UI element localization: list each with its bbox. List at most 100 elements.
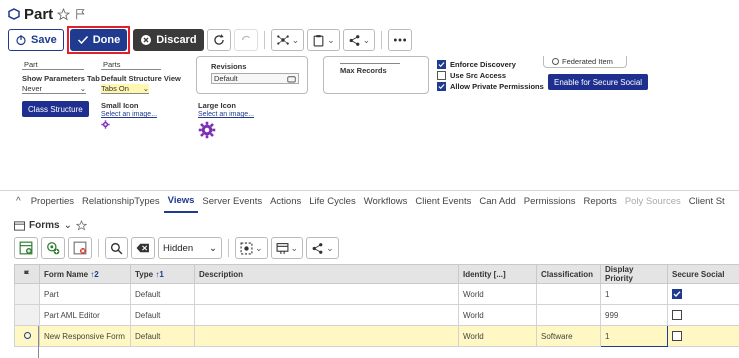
display-priority-cell[interactable]: 999 <box>600 304 668 326</box>
clipboard-icon <box>312 34 325 47</box>
tab-life-cycles[interactable]: Life Cycles <box>305 191 359 213</box>
clear-search-button[interactable] <box>131 237 155 259</box>
more-button[interactable] <box>388 29 413 51</box>
discard-button[interactable]: Discard <box>133 29 204 51</box>
grid-left-edge <box>38 326 39 358</box>
view-mode-menu-button[interactable]: ⌄ <box>235 237 268 259</box>
classification-cell[interactable] <box>536 283 601 305</box>
tab-views[interactable]: Views <box>163 191 199 213</box>
description-cell[interactable] <box>194 283 459 305</box>
secure-social-checkbox[interactable] <box>672 331 682 341</box>
grid-header-row: Form Name ↑2 Type ↑1 Description Identit… <box>14 264 739 284</box>
form-name-cell[interactable]: Part AML Editor <box>39 304 131 326</box>
tab-reports[interactable]: Reports <box>580 191 621 213</box>
column-header-description[interactable]: Description <box>194 264 459 284</box>
column-header-classification[interactable]: Classification <box>536 264 601 284</box>
column-header-secure-social[interactable]: Secure Social <box>667 264 739 284</box>
display-priority-cell[interactable]: 1 <box>600 283 668 305</box>
tab-properties[interactable]: Properties <box>27 191 78 213</box>
classification-cell[interactable]: Software <box>536 325 601 347</box>
undo-button[interactable] <box>233 29 258 51</box>
column-header-display-priority[interactable]: Display Priority <box>600 264 668 284</box>
max-records-field[interactable] <box>340 59 400 64</box>
row-selector[interactable] <box>14 283 40 305</box>
tab-client-events[interactable]: Client Events <box>411 191 475 213</box>
row-selector[interactable] <box>14 304 40 326</box>
column-header-type[interactable]: Type ↑1 <box>130 264 195 284</box>
form-name-cell[interactable]: New Responsive Form <box>39 325 131 347</box>
column-header-form-name[interactable]: Form Name ↑2 <box>39 264 131 284</box>
remove-row-button[interactable] <box>68 237 92 259</box>
page-title: Part <box>24 5 54 23</box>
tab-poly-sources[interactable]: Poly Sources <box>621 191 685 213</box>
column-header-identity[interactable]: Identity [...] <box>458 264 537 284</box>
use-src-access-checkbox[interactable] <box>437 71 446 80</box>
pick-related-button[interactable] <box>41 237 65 259</box>
small-icon-link[interactable]: Select an image... <box>101 111 157 118</box>
identity-cell[interactable]: World <box>458 325 537 347</box>
layout-menu-button[interactable]: ⌄ <box>270 237 304 259</box>
secure-social-cell[interactable] <box>667 283 739 305</box>
copy-icon[interactable] <box>287 75 296 83</box>
view-select[interactable]: Hidden ⌄ <box>158 237 222 259</box>
clipboard-menu-button[interactable]: ⌄ <box>307 29 340 51</box>
description-cell[interactable] <box>194 304 459 326</box>
share-menu-button[interactable]: ⌄ <box>306 237 339 259</box>
refresh-button[interactable] <box>206 29 231 51</box>
network-menu-button[interactable]: ⌄ <box>270 29 305 51</box>
secure-social-cell[interactable] <box>667 325 739 347</box>
flag-icon[interactable] <box>74 8 87 21</box>
favorite-star-icon[interactable] <box>57 7 71 21</box>
done-button[interactable]: Done <box>69 29 128 51</box>
secure-social-checkbox[interactable] <box>672 289 682 299</box>
federated-item-option[interactable]: Federated Item <box>543 56 627 68</box>
enforce-discovery-row[interactable]: Enforce Discovery <box>437 60 516 69</box>
type-cell[interactable]: Default <box>130 325 195 347</box>
tab-permissions[interactable]: Permissions <box>520 191 580 213</box>
tab-workflows[interactable]: Workflows <box>360 191 412 213</box>
allow-private-row[interactable]: Allow Private Permissions <box>437 82 544 91</box>
allow-private-checkbox[interactable] <box>437 82 446 91</box>
large-icon-link[interactable]: Select an image... <box>198 111 254 118</box>
form-name-cell[interactable]: Part <box>39 283 131 305</box>
plural-field[interactable]: Parts <box>101 60 161 70</box>
show-params-select[interactable]: Never ⌄ <box>22 84 86 94</box>
enforce-discovery-checkbox[interactable] <box>437 60 446 69</box>
save-button[interactable]: Save <box>8 29 64 51</box>
secure-social-checkbox[interactable] <box>672 310 682 320</box>
chevron-down-icon[interactable]: ⌄ <box>64 220 72 231</box>
row-selector[interactable] <box>14 325 40 347</box>
use-src-access-row[interactable]: Use Src Access <box>437 71 506 80</box>
forms-grid: Form Name ↑2 Type ↑1 Description Identit… <box>14 264 739 347</box>
favorite-star-icon[interactable] <box>75 220 87 231</box>
table-row-selected[interactable]: New Responsive Form Default World Softwa… <box>14 325 739 347</box>
default-structure-select[interactable]: Tabs On ⌄ <box>101 84 149 94</box>
tab-can-add[interactable]: Can Add <box>475 191 519 213</box>
table-row[interactable]: Part AML Editor Default World 999 <box>14 304 739 326</box>
tab-server-events[interactable]: Server Events <box>198 191 266 213</box>
display-priority-cell[interactable]: 1 <box>600 325 668 347</box>
classification-cell[interactable] <box>536 304 601 326</box>
row-selector-header[interactable] <box>14 264 40 284</box>
secure-social-cell[interactable] <box>667 304 739 326</box>
identity-cell[interactable]: World <box>458 304 537 326</box>
view-select-value: Hidden <box>163 242 194 254</box>
tab-relationshiptypes[interactable]: RelationshipTypes <box>78 191 164 213</box>
share-menu-button[interactable]: ⌄ <box>342 29 376 51</box>
sort-indicator: ↑2 <box>90 269 99 279</box>
type-cell[interactable]: Default <box>130 304 195 326</box>
table-row[interactable]: Part Default World 1 <box>14 283 739 305</box>
enable-secure-social-button[interactable]: Enable for Secure Social <box>548 74 649 90</box>
add-row-button[interactable] <box>14 237 38 259</box>
type-cell[interactable]: Default <box>130 283 195 305</box>
identity-cell[interactable]: World <box>458 283 537 305</box>
relationship-tabs: ^ Properties RelationshipTypes Views Ser… <box>0 190 739 213</box>
search-button[interactable] <box>105 237 128 259</box>
description-cell[interactable] <box>194 325 459 347</box>
revisions-field[interactable]: Default <box>211 73 299 84</box>
class-structure-button[interactable]: Class Structure <box>22 101 89 117</box>
tab-actions[interactable]: Actions <box>266 191 305 213</box>
tab-client-st[interactable]: Client St <box>685 191 729 213</box>
name-field[interactable]: Part <box>22 60 84 70</box>
collapse-icon[interactable]: ^ <box>0 196 27 207</box>
